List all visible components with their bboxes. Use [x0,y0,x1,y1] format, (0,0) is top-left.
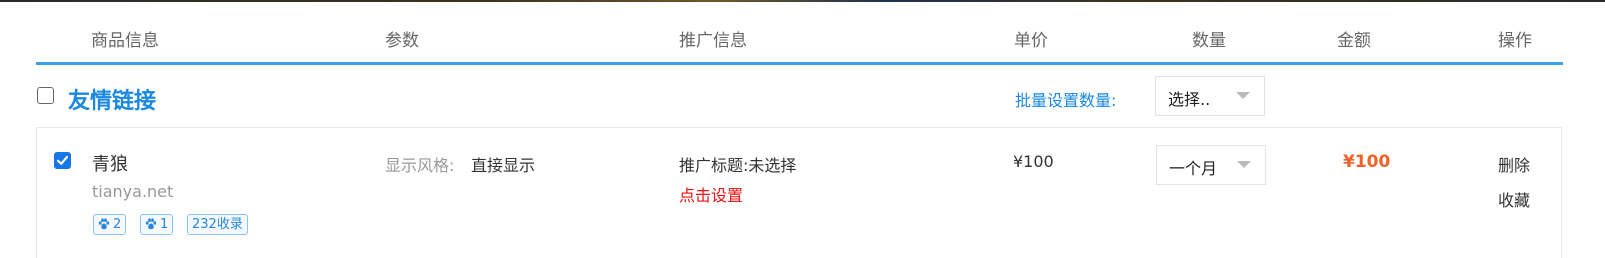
tag-mobile-weight: 1 [140,214,174,235]
tag-baidu-weight: 2 [93,214,127,235]
col-quantity: 数量 [1192,31,1226,51]
col-promo-info: 推广信息 [679,31,747,51]
group-checkbox[interactable] [37,87,54,104]
tag-text: 1 [160,217,169,232]
quantity-select[interactable]: 一个月 [1156,145,1266,185]
batch-quantity-value: 选择.. [1168,90,1211,109]
cart-table-header: 商品信息 参数 推广信息 单价 数量 金额 操作 [36,2,1564,64]
promo-settings-link[interactable]: 点击设置 [679,182,743,206]
item-name[interactable]: 青狼 [92,150,128,176]
param-value: 直接显示 [471,156,536,175]
batch-quantity-label: 批量设置数量: [1015,91,1117,110]
col-actions: 操作 [1498,31,1532,51]
col-amount: 金额 [1337,31,1371,51]
item-checkbox[interactable] [54,152,71,169]
cart-item-row: 青狼 tianya.net 2 1 232收录 显示风格: 直接显示 推广标题:… [36,127,1562,258]
check-icon [56,155,69,165]
chevron-down-icon [1236,92,1250,99]
item-domain: tianya.net [92,182,174,201]
tag-indexed-count: 232收录 [187,214,248,235]
col-params: 参数 [385,31,419,51]
col-product-info: 商品信息 [91,31,159,51]
tag-text: 2 [113,217,122,232]
col-unit-price: 单价 [1014,31,1048,51]
item-amount: ¥100 [1343,152,1391,172]
quantity-value: 一个月 [1169,159,1218,178]
paw-icon [145,218,157,230]
delete-button[interactable]: 删除 [1498,152,1530,176]
favorite-button[interactable]: 收藏 [1498,187,1530,211]
group-title: 友情链接 [68,89,157,114]
promo-title: 推广标题:未选择 [679,156,797,175]
group-header: 友情链接 批量设置数量: 选择.. [36,65,1563,127]
unit-price: ¥100 [1013,152,1054,171]
batch-quantity-select[interactable]: 选择.. [1155,76,1265,116]
param-label: 显示风格: [385,156,455,175]
paw-icon [98,218,110,230]
tag-text: 232收录 [192,217,243,232]
chevron-down-icon [1237,161,1251,168]
